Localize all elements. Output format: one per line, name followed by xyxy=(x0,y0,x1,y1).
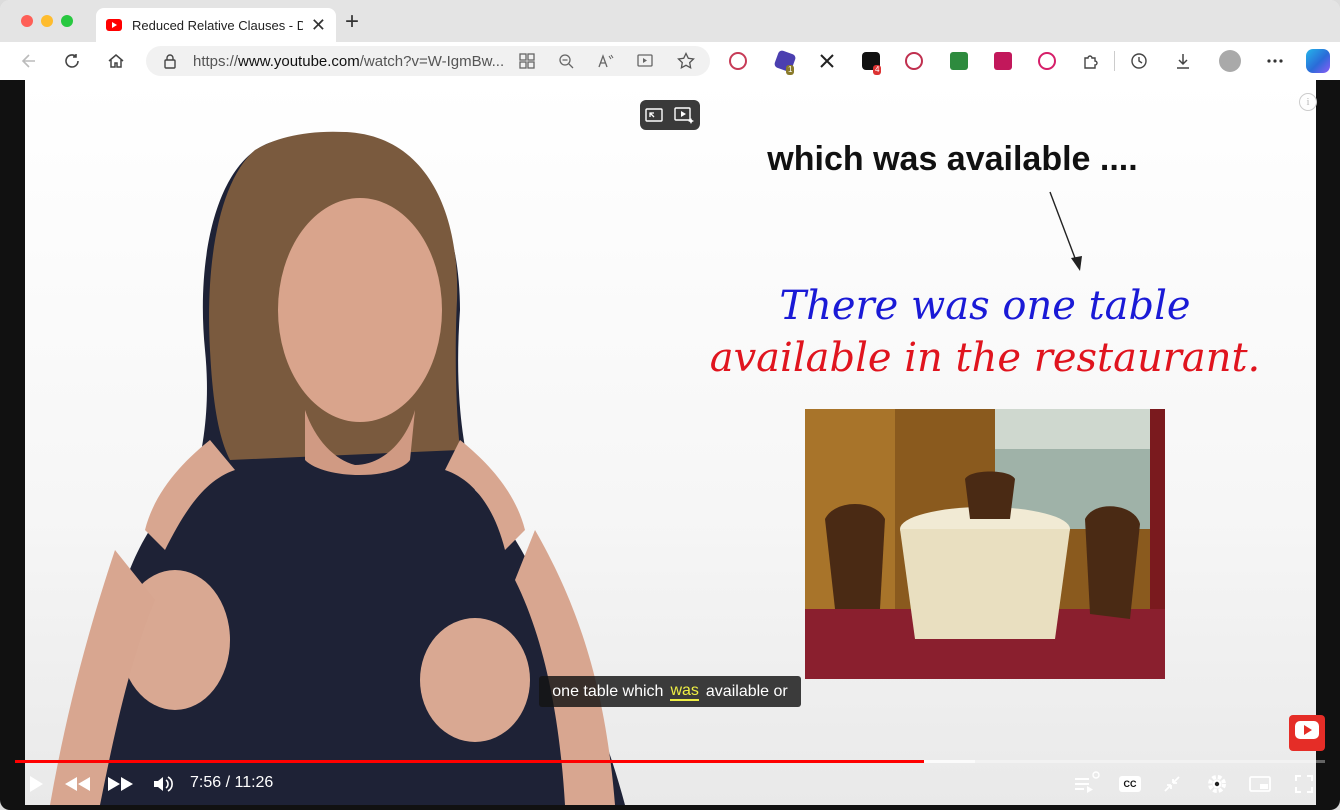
zoom-out-icon xyxy=(559,54,574,69)
favorite-button[interactable] xyxy=(675,50,697,72)
extension-recorder-icon[interactable] xyxy=(905,52,923,70)
extension-play-icon[interactable] xyxy=(1038,52,1056,70)
back-arrow-icon xyxy=(21,54,35,68)
app-available-button[interactable] xyxy=(516,50,538,72)
history-button[interactable] xyxy=(1128,50,1150,72)
copilot-icon[interactable] xyxy=(1306,49,1330,73)
restaurant-photo xyxy=(805,409,1165,679)
history-icon xyxy=(1131,53,1147,69)
extension-download-icon[interactable] xyxy=(950,52,968,70)
caption-text-after: available or xyxy=(705,682,788,700)
video-left-border xyxy=(5,80,25,805)
downloads-button[interactable] xyxy=(1172,50,1194,72)
star-icon xyxy=(677,52,695,70)
browser-window: Reduced Relative Clauses - De ✕ + https:… xyxy=(0,0,1340,810)
volume-icon xyxy=(154,776,173,792)
profile-avatar[interactable] xyxy=(1219,50,1241,72)
site-info-button[interactable] xyxy=(159,50,181,72)
video-right-border xyxy=(1316,80,1335,805)
url-domain: www.youtube.com xyxy=(238,53,360,70)
video-sparkle-icon xyxy=(674,107,694,124)
progress-bar[interactable] xyxy=(15,760,1325,763)
immersive-reader-button[interactable] xyxy=(635,50,657,72)
extensions-button[interactable] xyxy=(1080,50,1102,72)
fast-forward-icon xyxy=(108,777,133,791)
url-path: /watch?v=W-IgmBw... xyxy=(359,53,505,70)
subscribe-watermark-button[interactable] xyxy=(1289,715,1325,751)
extension-search-icon[interactable] xyxy=(729,52,747,70)
slide-arrow-icon xyxy=(1049,191,1082,271)
youtube-favicon-icon xyxy=(106,19,122,31)
puzzle-icon xyxy=(1084,55,1098,69)
toolbar-divider xyxy=(1114,51,1115,71)
rewind-icon xyxy=(65,777,90,791)
collapse-arrows-icon xyxy=(1164,776,1180,792)
video-enhance-button[interactable] xyxy=(674,106,694,124)
cc-icon: CC xyxy=(1119,776,1141,792)
caption-text-before: one table which xyxy=(552,682,664,700)
home-icon xyxy=(108,54,124,68)
volume-button[interactable] xyxy=(151,771,175,797)
immersive-reader-icon xyxy=(637,54,653,67)
autoplay-settings-button[interactable] xyxy=(1071,771,1101,797)
fast-forward-button[interactable] xyxy=(106,771,136,797)
video-caption: one table which was available or xyxy=(539,676,801,707)
pip-icon xyxy=(645,108,663,122)
caption-highlighted-word: was xyxy=(670,682,699,701)
slide-heading: which was available .... xyxy=(767,140,1138,178)
reload-button[interactable] xyxy=(61,50,83,72)
slide-sentence: There was one table available in the res… xyxy=(690,280,1280,384)
progress-played xyxy=(15,760,924,763)
read-aloud-icon xyxy=(598,54,614,68)
info-card-button[interactable]: i xyxy=(1299,93,1317,111)
zoom-out-button[interactable] xyxy=(555,50,577,72)
extension-mouse-gesture-icon[interactable] xyxy=(816,50,838,72)
apps-grid-icon xyxy=(519,53,535,69)
download-icon xyxy=(1177,54,1189,69)
extension-badge-1: 1 xyxy=(786,65,795,75)
minimize-window-button[interactable] xyxy=(41,15,53,27)
tab-title: Reduced Relative Clauses - De xyxy=(132,17,303,33)
back-button[interactable] xyxy=(18,50,40,72)
theater-mode-button[interactable] xyxy=(1248,771,1272,797)
time-display: 7:56 / 11:26 xyxy=(190,774,274,791)
arrows-cross-icon xyxy=(820,54,834,68)
miniplayer-icon xyxy=(1249,776,1271,792)
url-text[interactable]: https://www.youtube.com/watch?v=W-IgmBw.… xyxy=(193,53,511,70)
url-scheme: https:// xyxy=(193,53,239,70)
extension-board-icon[interactable] xyxy=(994,52,1012,70)
playlist-gear-icon xyxy=(1075,771,1100,793)
extension-badge-4: 4 xyxy=(873,65,882,75)
settings-button[interactable] xyxy=(1205,771,1229,797)
maximize-window-button[interactable] xyxy=(61,15,73,27)
lock-icon xyxy=(164,54,176,69)
gear-icon xyxy=(1208,775,1226,793)
play-icon xyxy=(30,776,43,792)
reload-icon xyxy=(65,54,79,68)
pip-exit-button[interactable] xyxy=(645,106,663,124)
fullscreen-button[interactable] xyxy=(1292,771,1316,797)
rewind-button[interactable] xyxy=(62,771,92,797)
youtube-play-icon xyxy=(1295,721,1319,739)
tab-close-button[interactable]: ✕ xyxy=(311,16,326,34)
more-menu-button[interactable] xyxy=(1264,50,1286,72)
tab-youtube[interactable]: Reduced Relative Clauses - De ✕ xyxy=(96,8,336,42)
new-tab-button[interactable]: + xyxy=(345,10,359,34)
close-window-button[interactable] xyxy=(21,15,33,27)
home-button[interactable] xyxy=(105,50,127,72)
sentence-part-red: available in the restaurant. xyxy=(709,335,1261,381)
video-overlay-toolbar xyxy=(640,100,700,130)
fullscreen-icon xyxy=(1295,775,1313,793)
miniplayer-toggle-button[interactable] xyxy=(1160,771,1184,797)
read-aloud-button[interactable] xyxy=(595,50,617,72)
sentence-part-blue: There was one table xyxy=(779,283,1191,329)
captions-button[interactable]: CC xyxy=(1118,771,1142,797)
play-button[interactable] xyxy=(24,771,48,797)
ellipsis-icon xyxy=(1267,59,1283,63)
